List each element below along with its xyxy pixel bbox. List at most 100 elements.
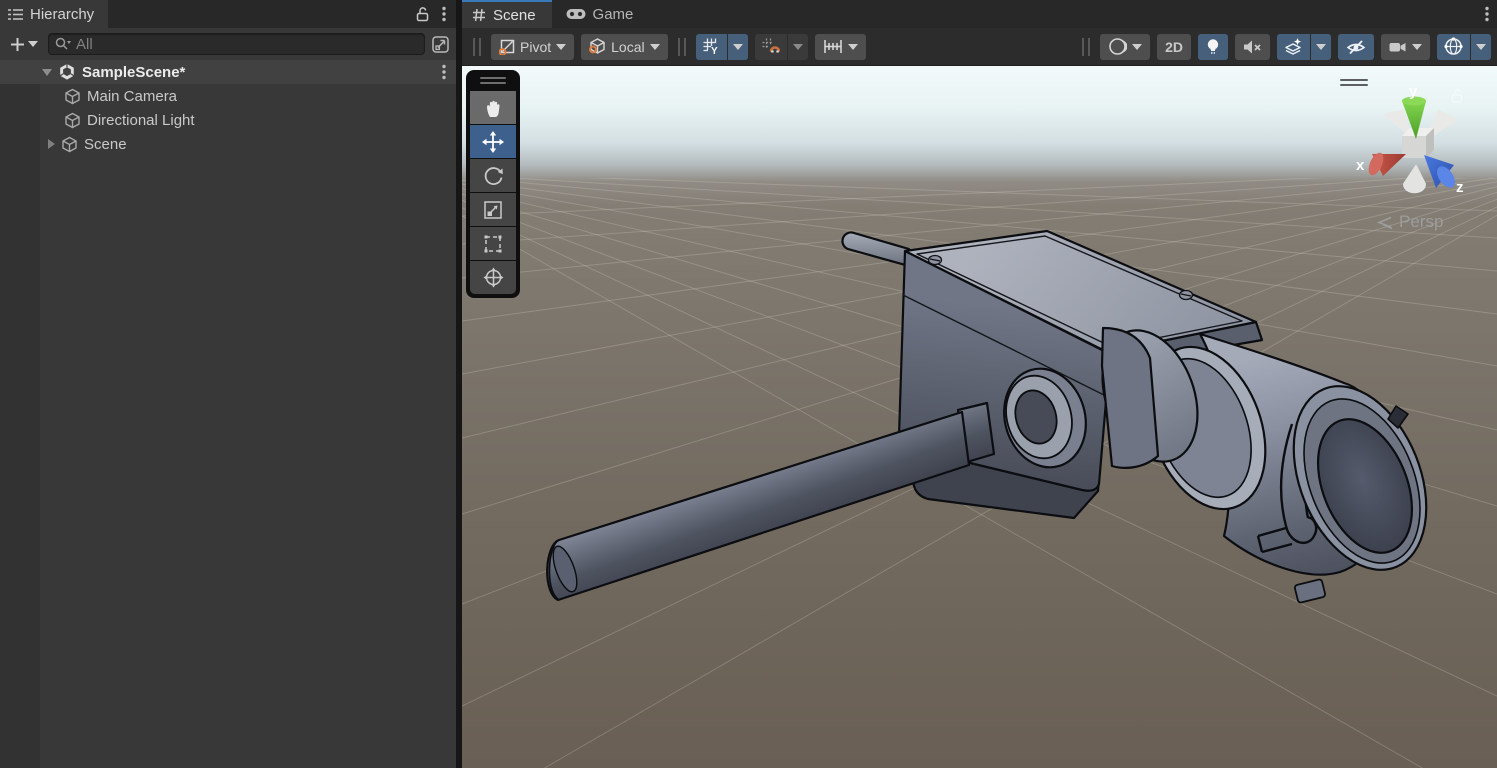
grid-magnet-icon: [762, 38, 780, 55]
chevron-down-icon: [650, 44, 660, 50]
lighting-toggle-button[interactable]: [1198, 34, 1228, 60]
chevron-down-icon: [28, 41, 38, 47]
game-tab-label: Game: [593, 6, 634, 23]
2d-label: 2D: [1165, 39, 1183, 55]
audio-toggle-button[interactable]: [1235, 34, 1270, 60]
scene-grid-icon: [472, 8, 486, 22]
kebab-menu-icon[interactable]: [1485, 6, 1489, 22]
snap-dropdown[interactable]: [788, 34, 808, 60]
chevron-down-icon: [1412, 44, 1422, 50]
tree-item-label: Directional Light: [87, 112, 195, 129]
scene-header-row[interactable]: SampleScene*: [0, 60, 456, 84]
hierarchy-panel: Hierarchy: [0, 0, 456, 768]
move-tool-button[interactable]: [470, 125, 516, 158]
scene-viewport[interactable]: y x z Persp: [462, 66, 1497, 768]
kebab-menu-icon[interactable]: [442, 6, 446, 22]
scale-icon: [483, 200, 503, 220]
grid-y-icon: Y: [703, 38, 720, 55]
effects-dropdown[interactable]: [1311, 34, 1331, 60]
hierarchy-tree: Main Camera Directional Light Scene: [0, 84, 456, 768]
tab-bar-spacer: [108, 0, 415, 28]
local-axes-icon: [589, 38, 606, 55]
gizmo-z-axis[interactable]: [1424, 155, 1459, 191]
scale-tool-button[interactable]: [470, 193, 516, 226]
rotate-icon: [483, 165, 504, 186]
gameobject-cube-icon: [64, 112, 81, 129]
toolbar-drag-handle[interactable]: [678, 38, 686, 56]
ruler-ticks-icon: [823, 39, 843, 54]
snap-group: [755, 34, 808, 60]
chevron-down-icon: [848, 44, 858, 50]
gizmo-x-axis[interactable]: [1366, 151, 1406, 178]
snap-toggle[interactable]: [755, 34, 787, 60]
gamepad-icon: [566, 8, 586, 20]
gizmos-toggle-button[interactable]: [1437, 34, 1470, 60]
move-icon: [482, 131, 504, 153]
tools-overlay: [466, 70, 520, 298]
grid-visibility-toggle[interactable]: Y: [696, 34, 727, 60]
effects-group: [1277, 34, 1331, 60]
tab-game[interactable]: Game: [552, 0, 650, 28]
grid-visibility-group: Y: [696, 34, 748, 60]
gizmos-group: [1437, 34, 1491, 60]
tab-hierarchy[interactable]: Hierarchy: [0, 0, 108, 28]
tree-item-main-camera[interactable]: Main Camera: [0, 84, 456, 108]
search-input[interactable]: [76, 36, 418, 53]
gizmos-dropdown[interactable]: [1471, 34, 1491, 60]
tab-bar-spacer: [649, 0, 1485, 28]
axis-z-label: z: [1456, 179, 1464, 196]
tree-item-scene[interactable]: Scene: [0, 132, 456, 156]
projection-label: Persp: [1399, 212, 1443, 232]
gizmo-sphere-icon: [1444, 37, 1463, 56]
scene-visibility-toggle[interactable]: [1338, 34, 1374, 60]
rect-icon: [483, 234, 503, 254]
draw-mode-button[interactable]: [1100, 34, 1150, 60]
pivot-label: Pivot: [520, 39, 551, 55]
foldout-collapsed-icon[interactable]: [48, 139, 55, 149]
eye-slash-icon: [1346, 39, 1366, 55]
hand-tool-button[interactable]: [470, 91, 516, 124]
chevron-down-icon: [1316, 44, 1326, 50]
gameobject-cube-icon: [61, 136, 78, 153]
camera-settings-button[interactable]: [1381, 34, 1430, 60]
local-label: Local: [611, 39, 644, 55]
scene-toolbar: Pivot Local: [462, 28, 1497, 66]
toolbar-drag-handle[interactable]: [1082, 38, 1090, 56]
search-icon: [55, 37, 72, 51]
persp-chevron-icon: [1374, 215, 1394, 230]
rect-tool-button[interactable]: [470, 227, 516, 260]
toolbar-drag-handle[interactable]: [473, 38, 481, 56]
overlay-drag-handle[interactable]: [480, 77, 506, 84]
open-search-window-icon[interactable]: [431, 35, 450, 54]
unlock-icon[interactable]: [415, 6, 430, 22]
camera-icon: [1389, 40, 1407, 54]
tab-scene[interactable]: Scene: [462, 0, 552, 28]
shaded-sphere-icon: [1108, 37, 1127, 56]
rotate-tool-button[interactable]: [470, 159, 516, 192]
create-object-button[interactable]: [6, 35, 42, 54]
snap-increment-button[interactable]: [815, 34, 866, 60]
chevron-down-icon: [1476, 44, 1486, 50]
projection-toggle[interactable]: Persp: [1374, 212, 1443, 232]
local-toggle-button[interactable]: Local: [581, 34, 667, 60]
tree-item-directional-light[interactable]: Directional Light: [0, 108, 456, 132]
audio-muted-icon: [1243, 39, 1262, 55]
scene-tab-bar: Scene Game: [462, 0, 1497, 28]
chevron-down-icon: [733, 44, 743, 50]
scene-asset-name: SampleScene*: [82, 64, 185, 81]
tree-item-label: Main Camera: [87, 88, 177, 105]
foldout-expanded-icon[interactable]: [42, 69, 52, 76]
chevron-down-icon: [793, 44, 803, 50]
2d-toggle-button[interactable]: 2D: [1157, 34, 1191, 60]
tree-item-label: Scene: [84, 136, 127, 153]
svg-text:Y: Y: [711, 46, 718, 55]
grid-visibility-dropdown[interactable]: [728, 34, 748, 60]
search-field[interactable]: [48, 33, 425, 55]
scene-options-kebab-icon[interactable]: [442, 64, 446, 80]
transform-tool-button[interactable]: [470, 261, 516, 294]
pivot-toggle-button[interactable]: Pivot: [491, 34, 574, 60]
hierarchy-tab-bar: Hierarchy: [0, 0, 456, 28]
chevron-down-icon: [556, 44, 566, 50]
effects-toggle-button[interactable]: [1277, 34, 1310, 60]
hand-icon: [483, 98, 503, 118]
